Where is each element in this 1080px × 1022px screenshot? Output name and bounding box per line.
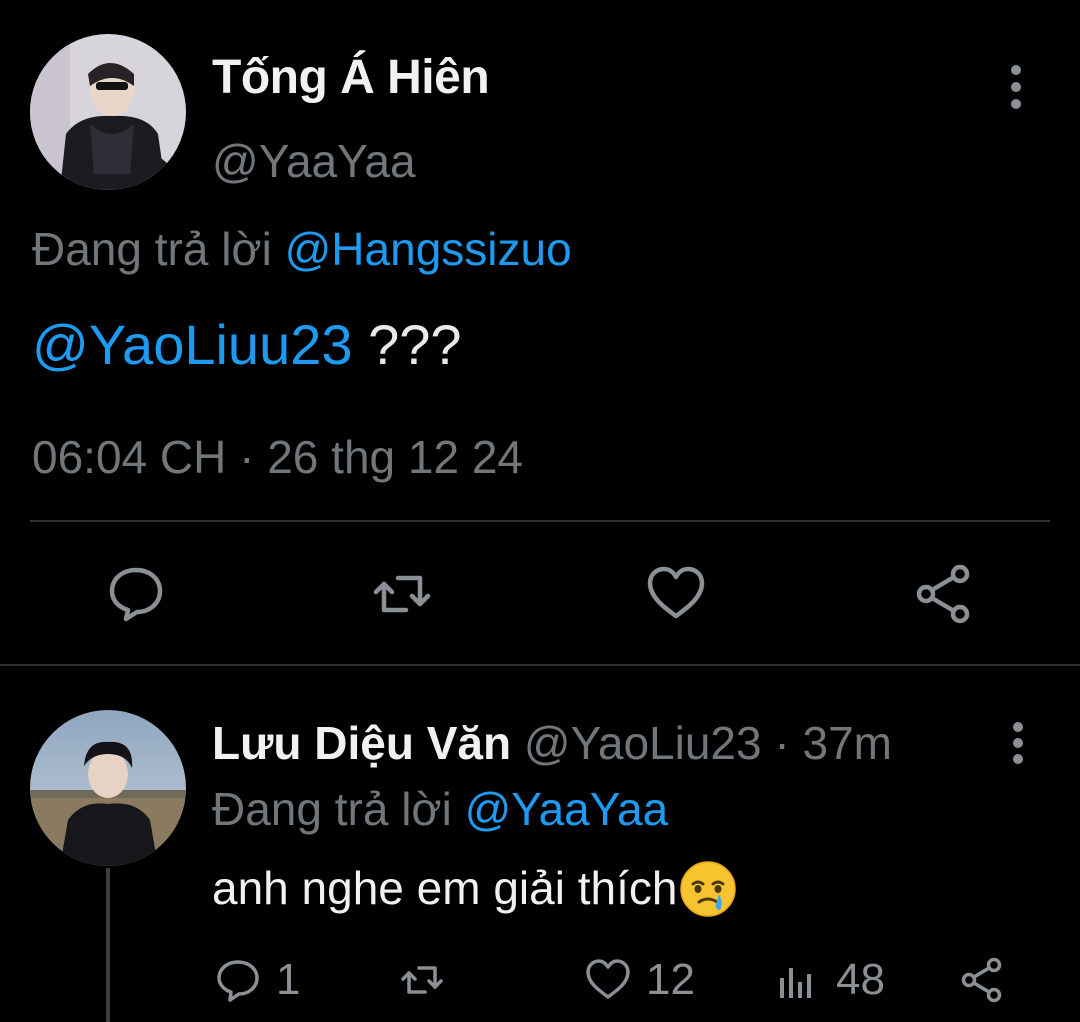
- replying-to-handle-link[interactable]: @YaaYaa: [465, 783, 669, 835]
- reply-author-name[interactable]: Lưu Diệu Văn: [212, 717, 511, 769]
- author-handle[interactable]: @YaaYaa: [212, 134, 416, 188]
- like-count: 12: [646, 955, 695, 1004]
- replying-to-line: Đang trả lời @Hangssizuo: [32, 222, 572, 276]
- author-name[interactable]: Tống Á Hiên: [212, 50, 490, 105]
- reply-text: anh nghe em giải thích: [212, 860, 737, 918]
- reply-button[interactable]: 1: [214, 952, 300, 1008]
- reply-header: Lưu Diệu Văn @YaoLiu23 · 37m: [212, 716, 892, 770]
- bar-chart-icon: [780, 968, 811, 998]
- retweet-icon: [401, 966, 443, 994]
- replying-to-prefix: Đang trả lời: [212, 783, 452, 835]
- replying-to-prefix: Đang trả lời: [32, 223, 272, 275]
- replying-to-handle-link[interactable]: @Hangssizuo: [285, 223, 572, 275]
- retweet-button[interactable]: [398, 952, 460, 1008]
- retweet-icon[interactable]: [370, 562, 434, 626]
- heart-icon[interactable]: [644, 562, 708, 626]
- mention-link[interactable]: @YaoLiuu23: [32, 313, 353, 376]
- header-separator: ·: [774, 717, 790, 769]
- heart-icon: [586, 959, 630, 999]
- more-options-icon[interactable]: [1000, 720, 1036, 766]
- share-icon[interactable]: [912, 562, 976, 626]
- tweet-timestamp[interactable]: 06:04 CH · 26 thg 12 24: [32, 430, 523, 484]
- more-options-icon[interactable]: [996, 62, 1036, 112]
- share-button[interactable]: [958, 952, 1020, 1008]
- thread-connector-line: [106, 868, 110, 1022]
- author-avatar[interactable]: [30, 34, 186, 190]
- speech-bubble-icon[interactable]: [104, 562, 168, 626]
- reply-replying-to-line: Đang trả lời @YaaYaa: [212, 782, 668, 836]
- views-button[interactable]: 48: [774, 952, 885, 1008]
- divider: [0, 664, 1080, 666]
- speech-bubble-icon: [217, 960, 259, 1002]
- face-holding-back-tears-emoji: [679, 860, 737, 918]
- reply-time-ago[interactable]: 37m: [802, 717, 891, 769]
- reply-body: anh nghe em giải thích: [212, 862, 678, 914]
- divider: [30, 520, 1050, 522]
- like-button[interactable]: 12: [584, 952, 695, 1008]
- reply-count: 1: [276, 955, 301, 1004]
- tweet-body: ???: [368, 313, 462, 376]
- tweet-text: @YaoLiuu23 ???: [32, 312, 462, 377]
- share-icon: [961, 957, 1002, 1003]
- reply-author-avatar[interactable]: [30, 710, 186, 866]
- reply-author-handle[interactable]: @YaoLiu23: [524, 717, 762, 769]
- view-count: 48: [836, 955, 885, 1004]
